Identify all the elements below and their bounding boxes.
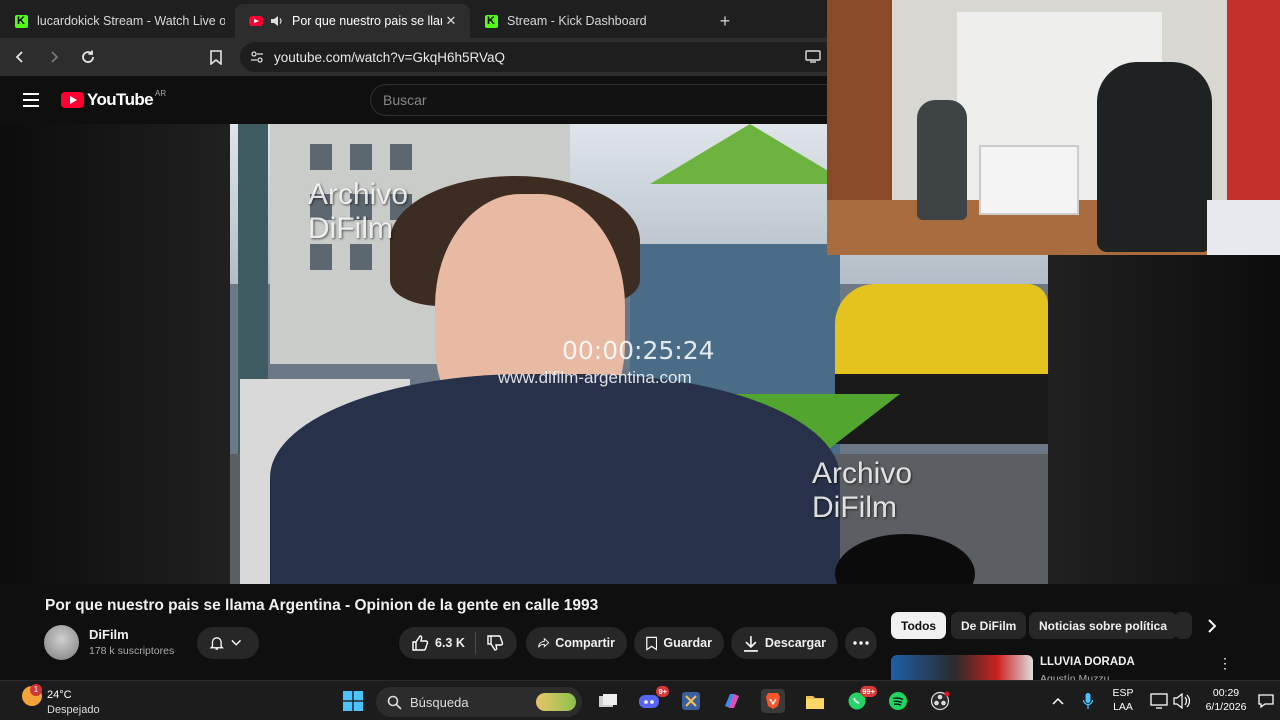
tab-title: Stream - Kick Dashboard [507, 14, 647, 28]
back-icon[interactable] [6, 43, 34, 71]
file-explorer-icon[interactable] [803, 689, 827, 713]
chevron-up-icon[interactable] [1046, 689, 1070, 713]
logo-text: YouTube [87, 90, 154, 109]
brave-browser-icon[interactable] [761, 689, 785, 713]
more-actions-button[interactable] [845, 627, 877, 659]
close-tab-icon[interactable]: ✕ [442, 13, 460, 29]
browser-tabstrip: K lucardokick Stream - Watch Live on K P… [0, 0, 827, 38]
video-timecode: 00:00:25:24 [562, 336, 715, 365]
like-icon[interactable] [411, 634, 429, 652]
suggestion-thumbnail[interactable] [891, 655, 1033, 680]
whatsapp-badge: 99+ [860, 686, 877, 697]
save-label: Guardar [663, 636, 712, 650]
more-vert-icon[interactable]: ⋮ [1218, 655, 1232, 672]
notifications-button[interactable] [197, 627, 259, 659]
site-settings-icon[interactable] [250, 50, 264, 67]
webcam-overlay [827, 0, 1280, 255]
tab-title: lucardokick Stream - Watch Live on K [37, 14, 225, 28]
bookmark-icon[interactable] [202, 43, 230, 71]
menu-icon[interactable] [23, 93, 39, 107]
forward-icon[interactable] [40, 43, 68, 71]
screen: K lucardokick Stream - Watch Live on K P… [0, 0, 1280, 720]
obs-icon[interactable] [928, 689, 952, 713]
tab-kick-dashboard[interactable]: K Stream - Kick Dashboard [470, 4, 705, 38]
address-bar[interactable]: youtube.com/watch?v=GkqH6h5RVaQ [240, 42, 827, 72]
youtube-play-icon [61, 92, 84, 108]
cast-icon[interactable] [805, 50, 821, 66]
task-view-icon[interactable] [596, 689, 620, 713]
browser-toolbar: youtube.com/watch?v=GkqH6h5RVaQ [0, 38, 827, 76]
keyboard-layout: LAA [1113, 701, 1133, 713]
share-button[interactable]: Compartir [526, 627, 627, 659]
clock-date: 6/1/2026 [1205, 701, 1247, 713]
speaker-icon[interactable] [269, 14, 283, 28]
search-highlight-icon [536, 693, 576, 711]
youtube-header: YouTube AR Buscar [0, 76, 827, 124]
clock[interactable]: 00:29 6/1/2026 [1198, 686, 1254, 714]
taskbar-search[interactable]: Búsqueda [376, 687, 582, 717]
tab-youtube-video[interactable]: Por que nuestro pais se llama ✕ [235, 4, 470, 38]
download-icon [743, 635, 758, 652]
language-code: ESP [1112, 687, 1134, 699]
volume-icon[interactable] [1170, 689, 1194, 713]
search-input[interactable]: Buscar [370, 84, 827, 116]
search-icon [387, 695, 402, 713]
chip-overflow[interactable] [1174, 612, 1192, 639]
chevron-right-icon[interactable] [1198, 613, 1224, 639]
like-count[interactable]: 6.3 K [435, 636, 465, 650]
url-text: youtube.com/watch?v=GkqH6h5RVaQ [274, 49, 506, 65]
network-icon[interactable] [1147, 689, 1171, 713]
temperature[interactable]: 24°C [47, 689, 72, 701]
youtube-icon [249, 14, 263, 28]
new-tab-button[interactable]: + [705, 4, 745, 38]
kick-icon: K [14, 14, 28, 28]
subscriber-count: 178 k suscriptores [89, 645, 175, 657]
language-indicator[interactable]: ESP LAA [1110, 686, 1136, 714]
bell-icon [209, 637, 224, 650]
chevron-down-icon [230, 639, 241, 646]
more-icon [853, 641, 869, 645]
discord-badge: 9+ [656, 686, 669, 697]
video-website: www.difilm-argentina.com [498, 368, 692, 387]
weather-badge: 1 [30, 684, 42, 696]
save-button[interactable]: Guardar [634, 627, 724, 659]
windows-taskbar: 1 24°C Despejado Búsqueda 9+ 99+ ESP LAA… [0, 680, 1280, 720]
like-dislike-group: 6.3 K [399, 627, 517, 659]
channel-avatar[interactable] [44, 625, 79, 660]
youtube-logo[interactable]: YouTube AR [61, 88, 167, 110]
discord-icon[interactable]: 9+ [637, 686, 669, 713]
download-label: Descargar [764, 636, 826, 650]
dislike-icon[interactable] [486, 634, 504, 652]
chip-todos[interactable]: Todos [891, 612, 947, 639]
video-title: Por que nuestro pais se llama Argentina … [45, 597, 599, 614]
tab-kick-stream[interactable]: K lucardokick Stream - Watch Live on K [0, 4, 235, 38]
windows-start-icon[interactable] [341, 689, 365, 713]
chip-noticias[interactable]: Noticias sobre política [1029, 612, 1178, 639]
microphone-icon[interactable] [1076, 689, 1100, 713]
clock-time: 00:29 [1212, 687, 1240, 699]
watermark-bottom: Archivo DiFilm [812, 457, 913, 524]
suggestion-author[interactable]: Agustín Muzzu [1040, 673, 1109, 680]
taskbar-search-label: Búsqueda [410, 694, 469, 710]
suggestion-title[interactable]: LLUVIA DORADA [1040, 656, 1135, 668]
share-icon [538, 637, 550, 648]
watermark-top: Archivo DiFilm [308, 178, 409, 245]
kick-icon: K [484, 14, 498, 28]
copilot-icon[interactable] [720, 689, 744, 713]
country-code: AR [155, 88, 167, 98]
reload-icon[interactable] [74, 43, 102, 71]
spotify-icon[interactable] [886, 689, 910, 713]
channel-name[interactable]: DiFilm [89, 627, 129, 642]
download-button[interactable]: Descargar [731, 627, 838, 659]
save-icon [646, 636, 658, 651]
tab-title: Por que nuestro pais se llama [292, 14, 442, 28]
chip-de-difilm[interactable]: De DiFilm [951, 612, 1027, 639]
notification-icon[interactable] [1254, 689, 1278, 713]
share-label: Compartir [555, 636, 615, 650]
game-app-icon[interactable] [679, 689, 703, 713]
whatsapp-icon[interactable]: 99+ [845, 686, 877, 713]
weather-condition[interactable]: Despejado [47, 704, 100, 716]
